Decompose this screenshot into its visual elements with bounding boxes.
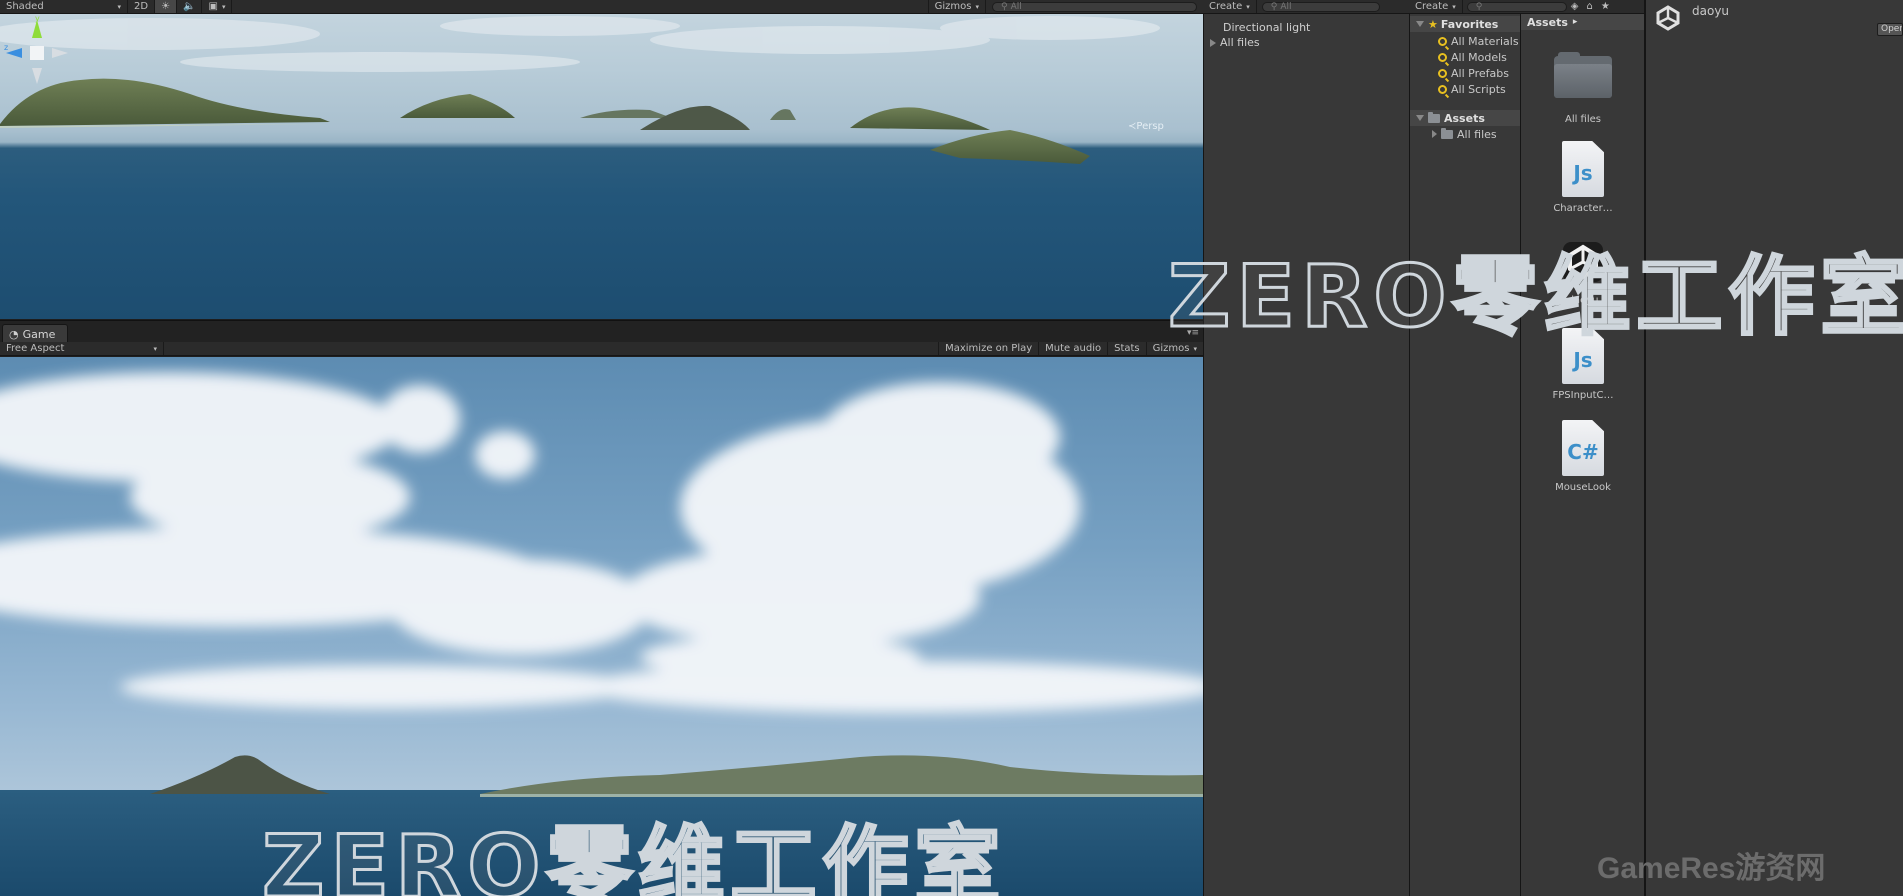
game-tab-label: Game (22, 327, 56, 341)
project-toolbar: Create ▾ ⚲ ◈ ⌂ ★ (1409, 0, 1644, 14)
game-view[interactable] (0, 357, 1203, 896)
lighting-toggle-button[interactable]: ☀ (155, 0, 178, 13)
mute-audio-toggle[interactable]: Mute audio (1038, 342, 1107, 355)
search-icon: ⚲ (1475, 1, 1483, 12)
inspector-title: daoyu (1692, 4, 1730, 18)
folder-icon (1428, 111, 1440, 123)
project-folder-tree: ★ Favorites All Materials All Models All… (1409, 14, 1520, 896)
star-icon: ★ (1428, 17, 1438, 31)
folder-icon (1554, 52, 1612, 98)
favorites-header[interactable]: ★ Favorites (1410, 16, 1520, 32)
game-tab-bar: ◔ Game ▾≡ (0, 320, 1203, 343)
image-icon: ▣ (208, 1, 218, 12)
scene-search-input[interactable]: ⚲ All (992, 1, 1197, 12)
project-search-input[interactable]: ⚲ (1466, 1, 1567, 12)
chevron-down-icon: ▾ (221, 2, 226, 11)
open-button[interactable]: Open (1877, 23, 1903, 36)
draw-mode-label: Shaded (6, 1, 44, 12)
favorite-all-prefabs[interactable]: All Prefabs (1410, 65, 1520, 81)
scene-toolbar: Shaded ▾ 2D ☀ 🔈 ▣ ▾ Gizmos ▾ ⚲ All (0, 0, 1203, 14)
asset-all-files[interactable]: All files (1525, 52, 1641, 125)
favorite-all-materials[interactable]: All Materials (1410, 33, 1520, 49)
panel-menu-icon[interactable]: ▾≡ (1187, 328, 1199, 338)
gizmo-z-label: z (4, 43, 8, 52)
hierarchy-item-all-files[interactable]: All files (1204, 35, 1409, 50)
search-icon: ⚲ (1270, 1, 1278, 12)
assets-child-all-files[interactable]: All files (1410, 126, 1520, 142)
search-icon (1438, 84, 1447, 94)
pacman-icon: ◔ (9, 327, 19, 341)
projection-label[interactable]: ≺Persp (1128, 121, 1164, 132)
chevron-down-icon: ▾ (975, 2, 979, 11)
watermark-corner: GameRes游资网 (1597, 852, 1826, 885)
asset-daoyu-scene[interactable]: daoyu (1525, 236, 1641, 306)
search-icon (1438, 68, 1447, 78)
csharp-file-icon: C# (1562, 420, 1604, 476)
javascript-file-icon: Js (1562, 141, 1604, 197)
star-icon[interactable]: ★ (1597, 0, 1614, 13)
javascript-file-icon: Js (1562, 328, 1604, 384)
scene-gizmos-dropdown[interactable]: Gizmos ▾ (927, 0, 986, 13)
sun-icon: ☀ (161, 1, 171, 12)
filter-type-icon[interactable]: ◈ (1567, 0, 1583, 13)
chevron-down-icon: ▾ (1246, 2, 1250, 11)
gizmos-label: Gizmos (934, 1, 972, 12)
asset-fpsinputcontroller-script[interactable]: Js FPSInputC… (1525, 328, 1641, 401)
gizmo-y-label: y (35, 14, 40, 23)
chevron-down-icon: ▾ (117, 2, 121, 11)
aspect-dropdown[interactable]: Free Aspect ▾ (0, 342, 164, 355)
collapse-arrow-icon[interactable] (1416, 115, 1424, 121)
audio-toggle-button[interactable]: 🔈 (177, 0, 203, 13)
tag-icon[interactable]: ⌂ (1582, 0, 1596, 13)
hierarchy-search-input[interactable]: ⚲ All (1261, 1, 1380, 12)
hierarchy-create-dropdown[interactable]: Create ▾ (1203, 0, 1257, 13)
search-icon (1438, 36, 1447, 46)
2d-toggle-button[interactable]: 2D (128, 0, 156, 13)
scene-landscape (0, 16, 1160, 164)
aspect-label: Free Aspect (6, 343, 65, 354)
game-toolbar: Free Aspect ▾ Maximize on Play Mute audi… (0, 342, 1203, 356)
stats-toggle[interactable]: Stats (1107, 342, 1146, 355)
inspector-panel: daoyu Open (1644, 0, 1903, 896)
hierarchy-item-directional-light[interactable]: Directional light (1204, 20, 1409, 35)
effects-dropdown[interactable]: ▣ ▾ (202, 0, 233, 13)
search-icon: ⚲ (1001, 1, 1008, 12)
tab-game[interactable]: ◔ Game (2, 324, 68, 343)
favorite-all-models[interactable]: All Models (1410, 49, 1520, 65)
favorite-all-scripts[interactable]: All Scripts (1410, 81, 1520, 97)
draw-mode-dropdown[interactable]: Shaded ▾ (0, 0, 128, 13)
speaker-icon: 🔈 (183, 1, 196, 12)
game-gizmos-dropdown[interactable]: Gizmos ▾ (1145, 342, 1203, 355)
expand-arrow-icon[interactable] (1210, 38, 1216, 47)
hierarchy-toolbar: Create ▾ ⚲ All (1203, 0, 1409, 14)
folder-icon (1441, 127, 1453, 139)
project-create-dropdown[interactable]: Create ▾ (1409, 0, 1463, 13)
collapse-arrow-icon[interactable] (1416, 21, 1424, 27)
scene-view[interactable]: y z ≺Persp (0, 14, 1203, 319)
maximize-on-play-toggle[interactable]: Maximize on Play (938, 342, 1038, 355)
expand-arrow-icon[interactable] (1432, 130, 1437, 138)
chevron-right-icon: ▸ (1572, 17, 1578, 27)
assets-root-folder[interactable]: Assets (1410, 110, 1520, 126)
breadcrumb[interactable]: Assets ▸ (1521, 14, 1644, 30)
chevron-down-icon: ▾ (1452, 2, 1456, 11)
chevron-down-icon: ▾ (153, 344, 157, 353)
2d-label: 2D (134, 1, 149, 12)
unity-scene-icon (1563, 242, 1603, 282)
search-icon (1438, 52, 1447, 62)
asset-character-script[interactable]: Js Character… (1525, 141, 1641, 214)
chevron-down-icon: ▾ (1193, 344, 1197, 353)
project-assets-grid: Assets ▸ All files Js Character… daoyu J… (1520, 14, 1644, 896)
game-landscape (0, 372, 1203, 896)
asset-mouselook-script[interactable]: C# MouseLook (1525, 420, 1641, 493)
hierarchy-panel: Directional light All files (1203, 14, 1409, 896)
unity-logo-icon (1656, 5, 1680, 31)
scene-orientation-gizmo[interactable]: y z (0, 14, 74, 88)
search-placeholder: All (1010, 1, 1022, 12)
